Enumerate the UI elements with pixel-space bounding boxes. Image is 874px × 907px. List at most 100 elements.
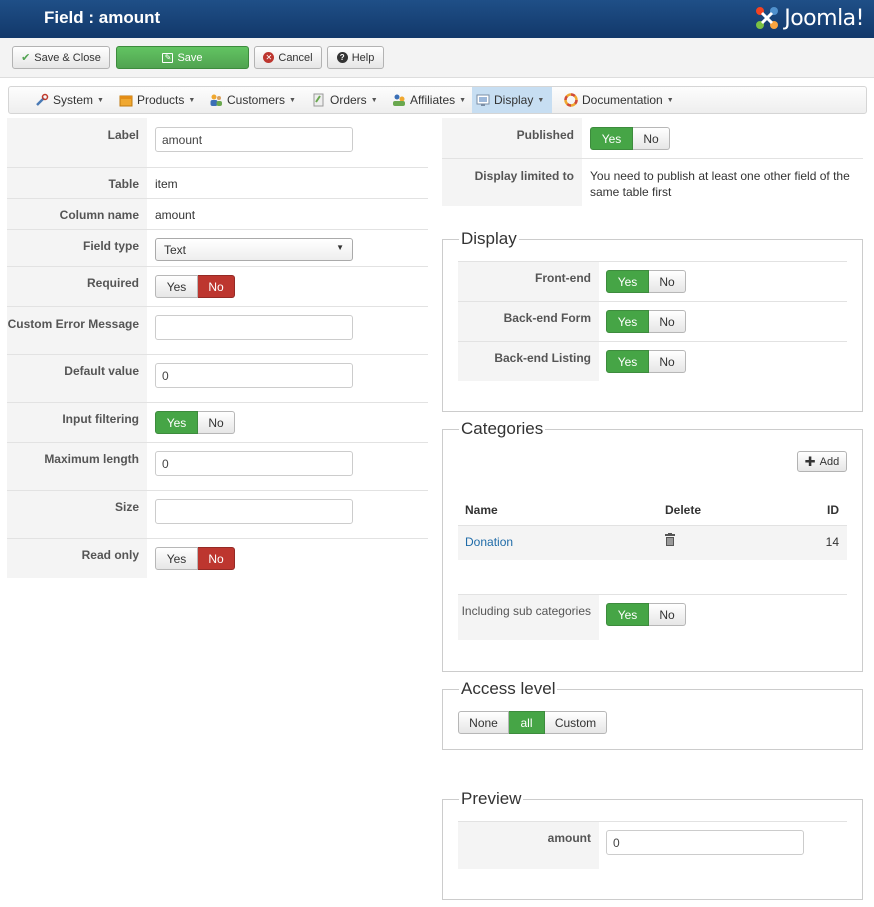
published-row: Published Yes No <box>442 118 863 158</box>
save-close-button[interactable]: ✔ Save & Close <box>12 46 110 69</box>
form-row-custom-error: Custom Error Message <box>7 306 428 354</box>
column-header-id: ID <box>827 503 839 517</box>
cancel-icon: ✕ <box>263 52 275 63</box>
published-yes-button[interactable]: Yes <box>590 127 633 150</box>
access-all-button[interactable]: all <box>509 711 545 734</box>
help-button[interactable]: ? Help <box>327 46 384 69</box>
access-level-legend: Access level <box>459 679 558 699</box>
display-limited-label: Display limited to <box>442 159 582 206</box>
required-no-button[interactable]: No <box>198 275 235 298</box>
joomla-logo: Joomla! <box>753 3 864 33</box>
menu-orders[interactable]: Orders ▼ <box>308 87 382 113</box>
form-row-max-length: Maximum length 0 <box>7 442 428 490</box>
page-title: Field : amount <box>44 8 161 27</box>
menu-system[interactable]: System ▼ <box>31 87 108 113</box>
column-name-value: amount <box>155 208 196 222</box>
preview-fieldset: Preview amount 0 <box>442 789 863 900</box>
backend-form-no-button[interactable]: No <box>649 310 686 333</box>
access-level-toggle: None all Custom <box>458 711 607 734</box>
form-row-required: Required Yes No <box>7 266 428 306</box>
read-only-toggle: Yes No <box>155 547 235 570</box>
backend-form-yes-button[interactable]: Yes <box>606 310 649 333</box>
size-input[interactable] <box>155 499 353 524</box>
preview-row: amount 0 <box>458 821 847 869</box>
toolbar: ✔ Save & Close ✎ Save ✕ Cancel ? Help <box>0 38 874 78</box>
categories-legend: Categories <box>459 419 546 439</box>
display-limited-text: You need to publish at least one other f… <box>590 169 850 199</box>
menu-display[interactable]: Display ▼ <box>472 87 552 113</box>
add-category-button[interactable]: ✚ Add <box>797 451 847 472</box>
column-name-label: Column name <box>7 199 147 229</box>
backend-listing-toggle: Yes No <box>606 350 686 373</box>
frontend-yes-button[interactable]: Yes <box>606 270 649 293</box>
wrench-icon <box>36 93 49 106</box>
form-row-size: Size <box>7 490 428 538</box>
display-fieldset: Display Front-end Yes No Back-end Form Y… <box>442 229 863 412</box>
column-header-name: Name <box>465 503 498 517</box>
joomla-logo-icon <box>756 7 779 29</box>
default-value-label: Default value <box>7 355 147 402</box>
menu-products[interactable]: Products ▼ <box>115 87 199 113</box>
category-link-donation[interactable]: Donation <box>465 535 513 549</box>
form-row-read-only: Read only Yes No <box>7 538 428 578</box>
access-custom-button[interactable]: Custom <box>545 711 607 734</box>
preview-input[interactable]: 0 <box>606 830 804 855</box>
custom-error-input[interactable] <box>155 315 353 340</box>
save-button[interactable]: ✎ Save <box>116 46 249 69</box>
cancel-button[interactable]: ✕ Cancel <box>254 46 322 69</box>
read-only-yes-button[interactable]: Yes <box>155 547 198 570</box>
max-length-label: Maximum length <box>7 443 147 490</box>
display-limited-row: Display limited to You need to publish a… <box>442 158 863 206</box>
including-sub-row: Including sub categories Yes No <box>458 594 847 640</box>
input-filtering-label: Input filtering <box>7 403 147 442</box>
backend-listing-yes-button[interactable]: Yes <box>606 350 649 373</box>
published-label: Published <box>442 118 582 158</box>
form-row-table: Table item <box>7 167 428 198</box>
table-label: Table <box>7 168 147 198</box>
table-row: Donation 14 <box>458 526 847 560</box>
orders-icon <box>313 93 324 107</box>
custom-error-label: Custom Error Message <box>7 307 147 354</box>
backend-form-toggle: Yes No <box>606 310 686 333</box>
including-sub-no-button[interactable]: No <box>649 603 686 626</box>
frontend-row: Front-end Yes No <box>458 261 847 301</box>
display-icon <box>476 94 490 106</box>
backend-listing-label: Back-end Listing <box>458 342 599 381</box>
including-sub-toggle: Yes No <box>606 603 686 626</box>
frontend-no-button[interactable]: No <box>649 270 686 293</box>
size-label: Size <box>7 491 147 538</box>
menu-documentation[interactable]: Documentation ▼ <box>560 87 678 113</box>
preview-label: amount <box>458 822 599 869</box>
field-type-label: Field type <box>7 230 147 266</box>
column-header-delete: Delete <box>665 503 702 517</box>
form-row-input-filtering: Input filtering Yes No <box>7 402 428 442</box>
access-none-button[interactable]: None <box>458 711 509 734</box>
required-yes-button[interactable]: Yes <box>155 275 198 298</box>
required-toggle: Yes No <box>155 275 235 298</box>
input-filtering-yes-button[interactable]: Yes <box>155 411 198 434</box>
default-value-input[interactable]: 0 <box>155 363 353 388</box>
plus-icon: ✚ <box>804 453 816 469</box>
label-label: Label <box>7 118 147 167</box>
including-sub-yes-button[interactable]: Yes <box>606 603 649 626</box>
published-no-button[interactable]: No <box>633 127 670 150</box>
label-input[interactable]: amount <box>155 127 353 152</box>
menu-affiliates[interactable]: Affiliates ▼ <box>388 87 470 113</box>
input-filtering-no-button[interactable]: No <box>198 411 235 434</box>
input-filtering-toggle: Yes No <box>155 411 235 434</box>
backend-form-label: Back-end Form <box>458 302 599 341</box>
required-label: Required <box>7 267 147 306</box>
read-only-label: Read only <box>7 539 147 578</box>
field-type-select[interactable]: Text ▼ <box>155 238 353 261</box>
backend-listing-no-button[interactable]: No <box>649 350 686 373</box>
check-icon: ✔ <box>21 52 31 64</box>
trash-icon[interactable] <box>665 533 675 546</box>
max-length-input[interactable]: 0 <box>155 451 353 476</box>
menu-customers[interactable]: Customers ▼ <box>205 87 300 113</box>
form-row-column: Column name amount <box>7 198 428 229</box>
frontend-toggle: Yes No <box>606 270 686 293</box>
access-level-fieldset: Access level None all Custom <box>442 679 863 750</box>
read-only-no-button[interactable]: No <box>198 547 235 570</box>
frontend-label: Front-end <box>458 262 599 301</box>
table-value: item <box>155 177 178 191</box>
